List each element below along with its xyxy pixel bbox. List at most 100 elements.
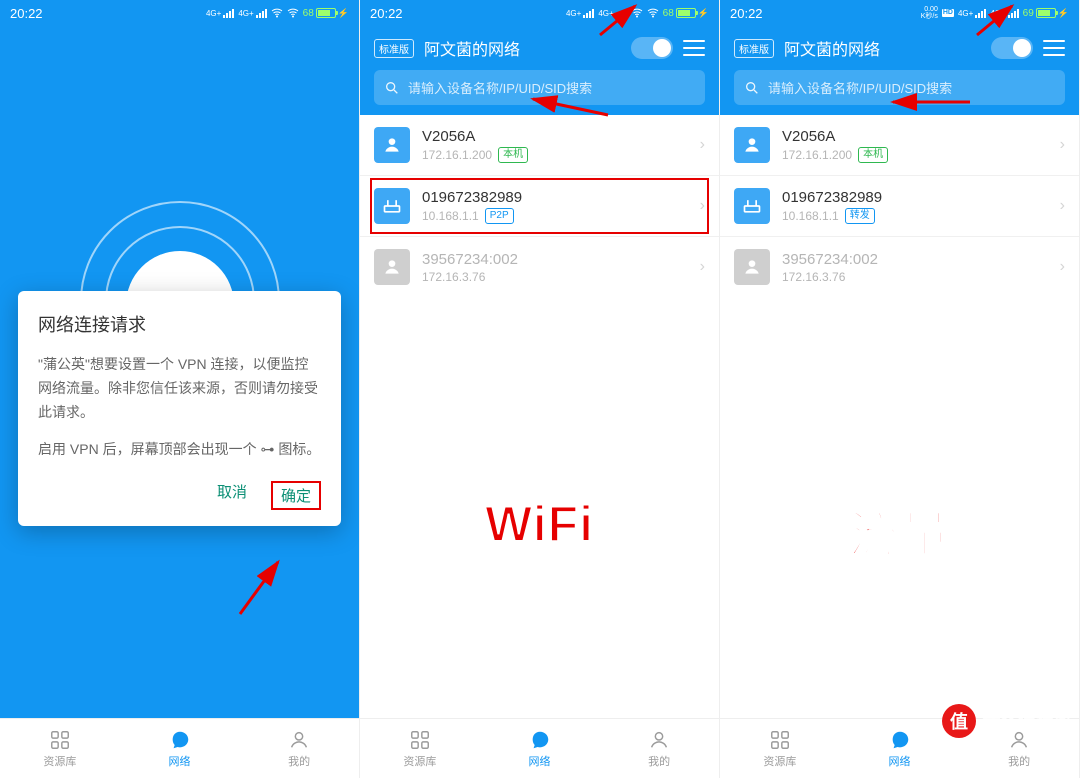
device-user-icon [374, 249, 410, 285]
signal-2: 4G+ [598, 9, 626, 18]
vpn-dialog: 网络连接请求 "蒲公英"想要设置一个 VPN 连接，以便监控网络流量。除非您信任… [18, 291, 341, 526]
edition-badge: 标准版 [734, 39, 774, 58]
phone-screenshot-1: 20:22 4G+ 4G+ 68⚡ 网络连接请求 "蒲公英"想要设置一个 VPN… [0, 0, 360, 778]
network-name: 阿文菌的网络 [784, 36, 981, 60]
device-user-icon [734, 127, 770, 163]
status-right: 4G+ 4G+ 68⚡ [206, 7, 349, 19]
signal-2: 4G+ [238, 9, 266, 18]
status-time: 20:22 [10, 6, 206, 21]
nav-library[interactable]: 资源库 [360, 719, 480, 778]
chevron-right-icon: › [700, 197, 705, 215]
search-icon [744, 80, 760, 96]
overlay-label-wifi: WiFi [485, 495, 594, 553]
nav-library[interactable]: 资源库 [0, 719, 120, 778]
app-header: 标准版 阿文菌的网络 请输入设备名称/IP/UID/SID搜索 [360, 26, 719, 115]
chevron-right-icon: › [1060, 258, 1065, 276]
wifi-icon-2 [287, 7, 299, 19]
device-user-icon [734, 249, 770, 285]
wifi-icon [271, 7, 283, 19]
device-router-icon [374, 188, 410, 224]
watermark-icon: 值 [942, 704, 976, 738]
overlay-label-cellular: 流量 [849, 495, 951, 567]
dialog-line2: 启用 VPN 后，屏幕顶部会出现一个 ⊶ 图标。 [38, 438, 321, 463]
nav-library[interactable]: 资源库 [720, 719, 840, 778]
annotation-arrow-ok [230, 554, 290, 629]
battery-indicator: 68⚡ [303, 8, 349, 19]
status-time: 20:22 [730, 6, 921, 21]
device-router-icon [734, 188, 770, 224]
ok-button[interactable]: 确定 [271, 481, 321, 510]
nav-network[interactable]: 网络 [480, 719, 600, 778]
wifi-icon-2 [647, 7, 659, 19]
edition-badge: 标准版 [374, 39, 414, 58]
search-input[interactable]: 请输入设备名称/IP/UID/SID搜索 [734, 70, 1065, 105]
search-input[interactable]: 请输入设备名称/IP/UID/SID搜索 [374, 70, 705, 105]
nav-mine[interactable]: 我的 [239, 719, 359, 778]
device-name: V2056A [422, 128, 688, 145]
network-speed: 0.00K秒/s [921, 6, 938, 20]
device-row[interactable]: V2056A172.16.1.200本机 › [720, 115, 1079, 175]
hd-badge: HD [942, 9, 954, 17]
battery-indicator: 68⚡ [663, 8, 709, 19]
search-icon [384, 80, 400, 96]
network-toggle[interactable] [631, 37, 673, 59]
device-row[interactable]: 39567234:002 172.16.3.76 › [360, 236, 719, 297]
dialog-body: "蒲公英"想要设置一个 VPN 连接，以便监控网络流量。除非您信任该来源，否则请… [38, 353, 321, 463]
status-time: 20:22 [370, 6, 566, 21]
device-row[interactable]: V2056A172.16.1.200本机 › [360, 115, 719, 175]
device-name: 39567234:002 [422, 251, 688, 268]
dialog-title: 网络连接请求 [38, 311, 321, 337]
device-row[interactable]: 019672382989 10.168.1.1 P2P › [360, 175, 719, 236]
chevron-right-icon: › [700, 258, 705, 276]
dialog-line1: "蒲公英"想要设置一个 VPN 连接，以便监控网络流量。除非您信任该来源，否则请… [38, 353, 321, 424]
status-bar: 20:22 4G+ 4G+ 68⚡ [360, 0, 719, 26]
device-ip: 10.168.1.1 [782, 209, 839, 223]
status-right: 4G+ 4G+ 68⚡ [566, 7, 709, 19]
search-placeholder: 请输入设备名称/IP/UID/SID搜索 [768, 78, 952, 97]
device-ip: 172.16.3.76 [782, 270, 845, 284]
chevron-right-icon: › [1060, 136, 1065, 154]
signal-2: 4G+ [990, 9, 1018, 18]
status-bar: 20:22 4G+ 4G+ 68⚡ [0, 0, 359, 26]
device-list: V2056A 172.16.1.200 本机 › 019672382989 10.16… [360, 115, 719, 718]
device-name: V2056A [782, 128, 1048, 145]
watermark: 值 什么值得买 [942, 704, 1072, 738]
chevron-right-icon: › [1060, 197, 1065, 215]
status-right: 0.00K秒/s HD 4G+ 4G+ 69⚡ [921, 6, 1069, 20]
device-ip: 172.16.1.200 [782, 148, 852, 162]
device-row[interactable]: 39567234:002172.16.3.76 › [720, 236, 1079, 297]
signal-1: 4G+ [958, 9, 986, 18]
vpn-key-icon: ⊶ [260, 439, 274, 463]
device-ip: 172.16.1.200 [422, 148, 492, 162]
device-tag-p2p: P2P [485, 208, 514, 224]
app-header: 标准版 阿文菌的网络 请输入设备名称/IP/UID/SID搜索 [720, 26, 1079, 115]
device-row[interactable]: 019672382989 10.168.1.1 转发 › [720, 175, 1079, 236]
signal-1: 4G+ [206, 9, 234, 18]
bottom-nav: 资源库 网络 我的 [360, 718, 719, 778]
menu-icon[interactable] [1043, 40, 1065, 56]
cancel-button[interactable]: 取消 [217, 481, 247, 510]
device-name: 019672382989 [782, 189, 1048, 206]
phone-screenshot-3: 20:22 0.00K秒/s HD 4G+ 4G+ 69⚡ 标准版 阿文菌的网络… [720, 0, 1080, 778]
device-name: 019672382989 [422, 189, 688, 206]
device-user-icon [374, 127, 410, 163]
phone1-body: 网络连接请求 "蒲公英"想要设置一个 VPN 连接，以便监控网络流量。除非您信任… [0, 26, 359, 718]
network-name: 阿文菌的网络 [424, 36, 621, 60]
nav-network[interactable]: 网络 [120, 719, 240, 778]
watermark-text: 什么值得买 [982, 708, 1072, 734]
device-list: V2056A172.16.1.200本机 › 01967238298910.16… [720, 115, 1079, 718]
status-bar: 20:22 0.00K秒/s HD 4G+ 4G+ 69⚡ [720, 0, 1079, 26]
bottom-nav: 资源库 网络 我的 [0, 718, 359, 778]
device-ip: 172.16.3.76 [422, 270, 485, 284]
device-tag-relay: 转发 [845, 208, 875, 224]
signal-1: 4G+ [566, 9, 594, 18]
network-toggle[interactable] [991, 37, 1033, 59]
battery-indicator: 69⚡ [1023, 8, 1069, 19]
menu-icon[interactable] [683, 40, 705, 56]
wifi-icon [631, 7, 643, 19]
phone-screenshot-2: 20:22 4G+ 4G+ 68⚡ 标准版 阿文菌的网络 请输入设备名称/IP/… [360, 0, 720, 778]
device-ip: 10.168.1.1 [422, 209, 479, 223]
search-placeholder: 请输入设备名称/IP/UID/SID搜索 [408, 78, 592, 97]
nav-mine[interactable]: 我的 [599, 719, 719, 778]
device-tag-local: 本机 [498, 147, 528, 163]
